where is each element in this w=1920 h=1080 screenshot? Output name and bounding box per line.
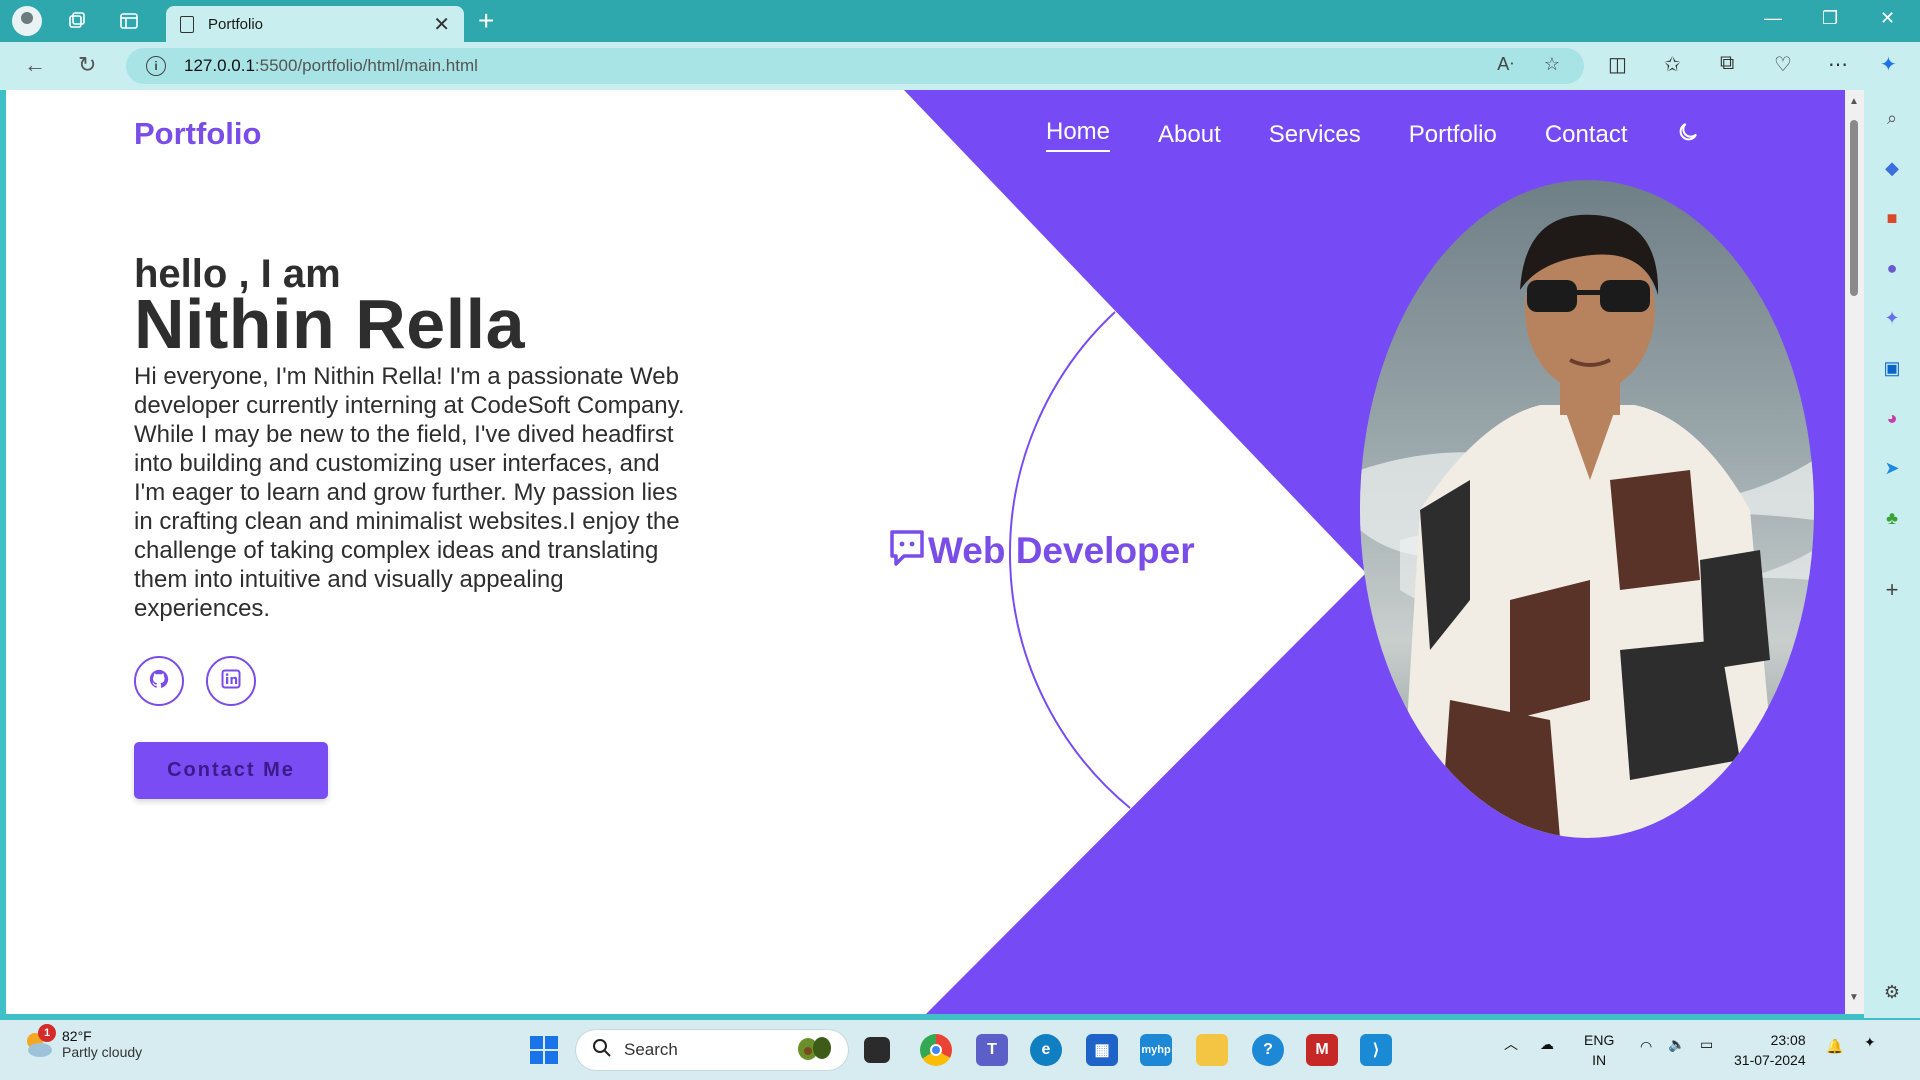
read-aloud-icon[interactable]: Aᐧ [1497,54,1514,75]
refresh-icon[interactable]: ↻ [78,52,96,78]
weather-condition: Partly cloudy [62,1044,143,1060]
partly-cloudy-icon: 1 [22,1024,56,1060]
sidebar-add-icon[interactable]: + [1880,577,1904,602]
sidebar-games-icon[interactable]: ♣ [1880,506,1904,530]
page-scrollbar[interactable]: ▲ ▼ [1845,90,1864,1014]
wifi-icon[interactable]: ◠ [1640,1038,1652,1055]
nav-link-contact[interactable]: Contact [1545,121,1628,149]
notification-bell-icon[interactable]: 🔔 [1826,1038,1843,1055]
sidebar-tools-icon[interactable]: ■ [1880,206,1904,230]
windows-taskbar: 1 82°F Partly cloudy Search T e ▦ myhp ?… [0,1020,1920,1080]
sidebar-settings-gear-icon[interactable]: ⚙ [1880,980,1904,1004]
onedrive-icon[interactable]: ☁ [1540,1036,1554,1053]
dark-mode-moon-icon[interactable] [1676,120,1700,151]
sidebar-designer-icon[interactable]: ◕ [1880,406,1904,430]
browser-essentials-icon[interactable]: ♡ [1774,52,1792,77]
copilot-icon[interactable]: ✦ [1880,52,1897,77]
browser-sidebar: ⌕ ◆ ■ ● ✦ ▣ ◕ ➤ ♣ + ⚙ [1864,90,1920,1018]
taskbar-search[interactable]: Search [576,1030,848,1070]
language-code: ENG [1584,1032,1615,1048]
vertical-tabs-icon[interactable] [114,6,144,36]
site-nav: Home About Services Portfolio Contact [1046,118,1700,152]
copilot-preview-icon[interactable]: ✦ [1864,1034,1876,1051]
github-link[interactable] [134,656,184,706]
github-icon [148,668,170,695]
more-options-icon[interactable]: ⋯ [1828,52,1848,77]
favorite-star-icon[interactable]: ☆ [1544,54,1560,75]
teams-icon[interactable]: T [976,1034,1008,1066]
search-icon [592,1038,612,1063]
help-icon[interactable]: ? [1252,1034,1284,1066]
back-icon[interactable]: ← [24,52,46,78]
url-path: :5500/portfolio/html/main.html [254,56,478,75]
intro-paragraph: Hi everyone, I'm Nithin Rella! I'm a pas… [134,363,685,622]
nav-link-services[interactable]: Services [1269,121,1361,149]
store-icon[interactable]: ▦ [1086,1034,1118,1066]
system-clock[interactable]: 23:08 31-07-2024 [1734,1030,1806,1070]
language-indicator[interactable]: ENG IN [1584,1030,1614,1070]
role-text: Web Developer [928,529,1195,571]
myhp-icon[interactable]: myhp [1140,1034,1172,1066]
url-host: 127.0.0.1 [184,56,255,75]
clock-time: 23:08 [1770,1032,1806,1048]
chat-bubble-icon [888,528,926,573]
profile-avatar-icon[interactable] [12,6,42,36]
browser-tab-bar: Portfolio ✕ + — ❐ ✕ [0,0,1920,42]
weather-temp: 82°F [62,1028,92,1044]
close-tab-icon[interactable]: ✕ [433,12,450,37]
windows-start-icon[interactable] [528,1034,560,1066]
site-logo[interactable]: Portfolio [134,116,261,152]
scroll-thumb[interactable] [1850,120,1858,296]
tray-overflow-chevron-icon[interactable]: ︿ [1504,1034,1518,1054]
workspaces-icon[interactable] [62,6,92,36]
nav-link-portfolio[interactable]: Portfolio [1409,121,1497,149]
sidebar-shopping-icon[interactable]: ◆ [1880,156,1904,180]
vscode-icon[interactable]: ⟩ [1360,1034,1392,1066]
sidebar-people-icon[interactable]: ● [1880,256,1904,280]
linkedin-icon [221,669,241,694]
nav-link-about[interactable]: About [1158,121,1221,149]
region-code: IN [1592,1052,1607,1068]
sidebar-send-icon[interactable]: ➤ [1880,456,1904,480]
page-icon [180,15,194,33]
nav-link-home[interactable]: Home [1046,118,1111,152]
hero-name: Nithin Rella [134,285,526,363]
address-bar-actions: Aᐧ ☆ [1497,54,1560,75]
page-viewport: Portfolio Home About Services Portfolio … [6,90,1845,1014]
new-tab-icon[interactable]: + [478,6,494,36]
contact-me-button[interactable]: Contact Me [134,742,328,799]
file-explorer-icon[interactable] [1196,1034,1228,1066]
sidebar-search-icon[interactable]: ⌕ [1880,106,1904,130]
search-highlight-avocado-icon [796,1035,832,1066]
address-bar[interactable]: i 127.0.0.1:5500/portfolio/html/main.htm… [126,48,1584,84]
mcafee-icon[interactable]: M [1306,1034,1338,1066]
restore-icon[interactable]: ❐ [1822,8,1838,29]
volume-icon[interactable]: 🔈 [1668,1036,1685,1053]
task-view-icon[interactable] [864,1037,890,1063]
minimize-icon[interactable]: — [1764,8,1782,29]
edge-icon[interactable]: e [1030,1034,1062,1066]
split-screen-icon[interactable]: ◫ [1608,52,1627,77]
chrome-icon[interactable] [920,1034,952,1066]
search-label: Search [624,1040,678,1059]
battery-icon[interactable]: ▭ [1700,1036,1713,1053]
profile-photo [1360,180,1814,838]
linkedin-link[interactable] [206,656,256,706]
favorites-icon[interactable]: ✩ [1664,52,1681,77]
clock-date: 31-07-2024 [1734,1052,1806,1068]
role-label: Web Developer [888,528,1195,573]
weather-badge: 1 [38,1024,56,1042]
site-info-icon[interactable]: i [146,56,166,76]
close-window-icon[interactable]: ✕ [1880,8,1895,29]
sidebar-outlook-icon[interactable]: ▣ [1880,356,1904,380]
tab-title: Portfolio [208,15,264,33]
url-text: 127.0.0.1:5500/portfolio/html/main.html [184,56,478,76]
active-tab[interactable]: Portfolio ✕ [166,6,464,42]
scroll-up-icon[interactable]: ▲ [1849,96,1859,107]
collections-icon[interactable]: ⧉ [1720,52,1734,75]
browser-toolbar: ← ↻ i 127.0.0.1:5500/portfolio/html/main… [0,42,1920,90]
weather-widget[interactable]: 1 82°F Partly cloudy [22,1024,143,1060]
sidebar-copilot-icon[interactable]: ✦ [1880,306,1904,330]
scroll-down-icon[interactable]: ▼ [1849,992,1859,1003]
